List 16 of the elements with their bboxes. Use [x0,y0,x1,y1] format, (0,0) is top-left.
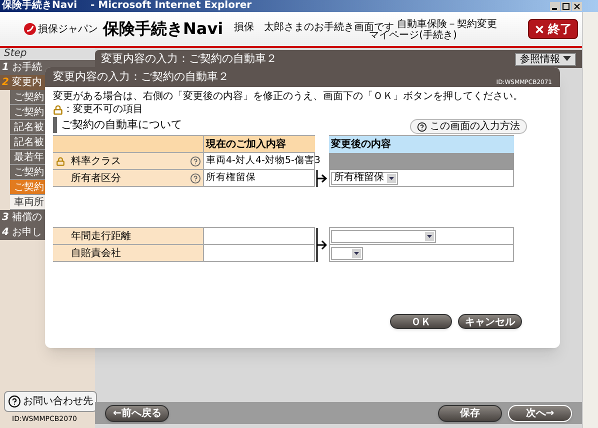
column-header: 変更後の内容 [329,136,514,153]
brand-name: 損保ジャパン [38,22,98,36]
current-value: 所有権留保 [206,170,256,185]
row-label: 年間走行距離 [71,230,132,244]
subcontext-text: マイページ(手続き) [369,30,458,41]
current-value: 車両4-対人4-対物5-傷害3 [206,154,320,168]
sidebar-heading: Step [0,48,95,60]
app-name: 保険手続きNavi [103,19,224,39]
lock-note: ：変更不可の項目 [63,103,143,116]
row-label: 自賠責会社 [71,246,122,260]
instruction-text: 変更がある場合は、右側の「変更後の内容」を修正のうえ、画面下の「ＯＫ」ボタンを押してください。 [53,90,524,103]
column-header: 現在のご加入内容 [203,136,315,153]
row-label: 所有者区分 [71,172,122,186]
content-title: 変更内容の入力：ご契約の自動車２ [101,50,277,67]
context-text: 自動車保険－契約変更 [397,19,498,30]
row-label: 料率クラス [71,154,122,168]
